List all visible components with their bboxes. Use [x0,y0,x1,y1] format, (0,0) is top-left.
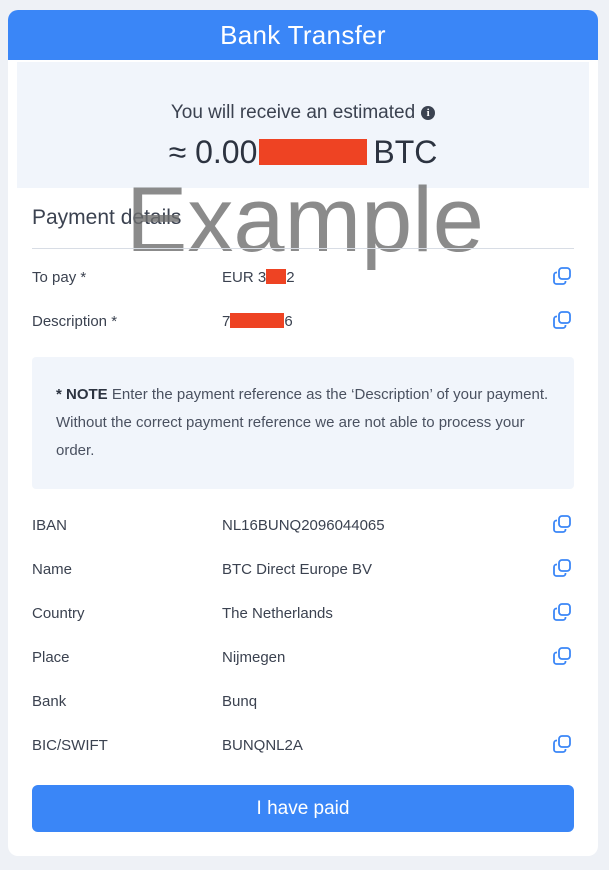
copy-icon[interactable] [552,602,572,622]
copy-icon[interactable] [552,514,572,534]
bank-row-name: Name BTC Direct Europe BV [32,558,574,582]
description-row: Description * 76 [32,310,574,334]
name-value: BTC Direct Europe BV [222,561,373,578]
description-value: 76 [222,313,293,330]
copy-icon[interactable] [552,310,572,330]
estimate-amount: ≈ 0.00 BTC [17,134,589,171]
note-bold: * NOTE [56,386,108,403]
iban-label: IBAN [32,517,68,534]
divider [32,248,574,249]
header-bar: Bank Transfer [8,10,598,60]
estimate-label: You will receive an estimated [170,102,416,123]
copy-icon[interactable] [552,646,572,666]
iban-value: NL16BUNQ2096044065 [222,517,385,534]
to-pay-value-start: EUR 3 [222,269,267,286]
estimate-currency: BTC [373,134,438,170]
redaction-block [266,269,287,284]
note-box: * NOTE Enter the payment reference as th… [32,357,574,489]
name-label: Name [32,561,73,578]
bank-row-iban: IBAN NL16BUNQ2096044065 [32,514,574,538]
estimate-amount-prefix: ≈ 0.00 [168,134,258,170]
copy-icon[interactable] [552,266,572,286]
bank-label: Bank [32,693,67,710]
bic-label: BIC/SWIFT [32,737,108,754]
info-icon[interactable]: i [421,106,436,120]
note-body: Enter the payment reference as the ‘Desc… [56,386,549,459]
to-pay-value-end: 2 [286,269,295,286]
description-value-start: 7 [222,313,231,330]
place-label: Place [32,649,70,666]
bank-row-country: Country The Netherlands [32,602,574,626]
payment-details-title: Payment details [32,206,182,229]
to-pay-label: To pay * [32,269,87,286]
bic-value: BUNQNL2A [222,737,303,754]
bank-row-place: Place Nijmegen [32,646,574,670]
description-value-end: 6 [284,313,293,330]
bank-value: Bunq [222,693,258,710]
copy-icon[interactable] [552,734,572,754]
redaction-block [259,139,368,165]
to-pay-row: To pay * EUR 3 2 [32,266,574,290]
bank-row-bank: Bank Bunq [32,690,574,714]
note-text: * NOTE Enter the payment reference as th… [56,381,556,465]
i-have-paid-button[interactable]: I have paid [32,785,574,832]
bank-row-bic: BIC/SWIFT BUNQNL2A [32,734,574,758]
copy-icon[interactable] [552,558,572,578]
estimate-label-row: You will receive an estimated i [17,102,589,124]
to-pay-value: EUR 3 2 [222,269,295,286]
country-value: The Netherlands [222,605,333,622]
redaction-block [230,313,285,328]
page-title: Bank Transfer [220,19,386,50]
country-label: Country [32,605,85,622]
bank-transfer-card: Bank Transfer You will receive an estima… [8,10,598,856]
place-value: Nijmegen [222,649,286,666]
estimate-panel: You will receive an estimated i ≈ 0.00 BTC [17,62,589,188]
description-label: Description * [32,313,118,330]
